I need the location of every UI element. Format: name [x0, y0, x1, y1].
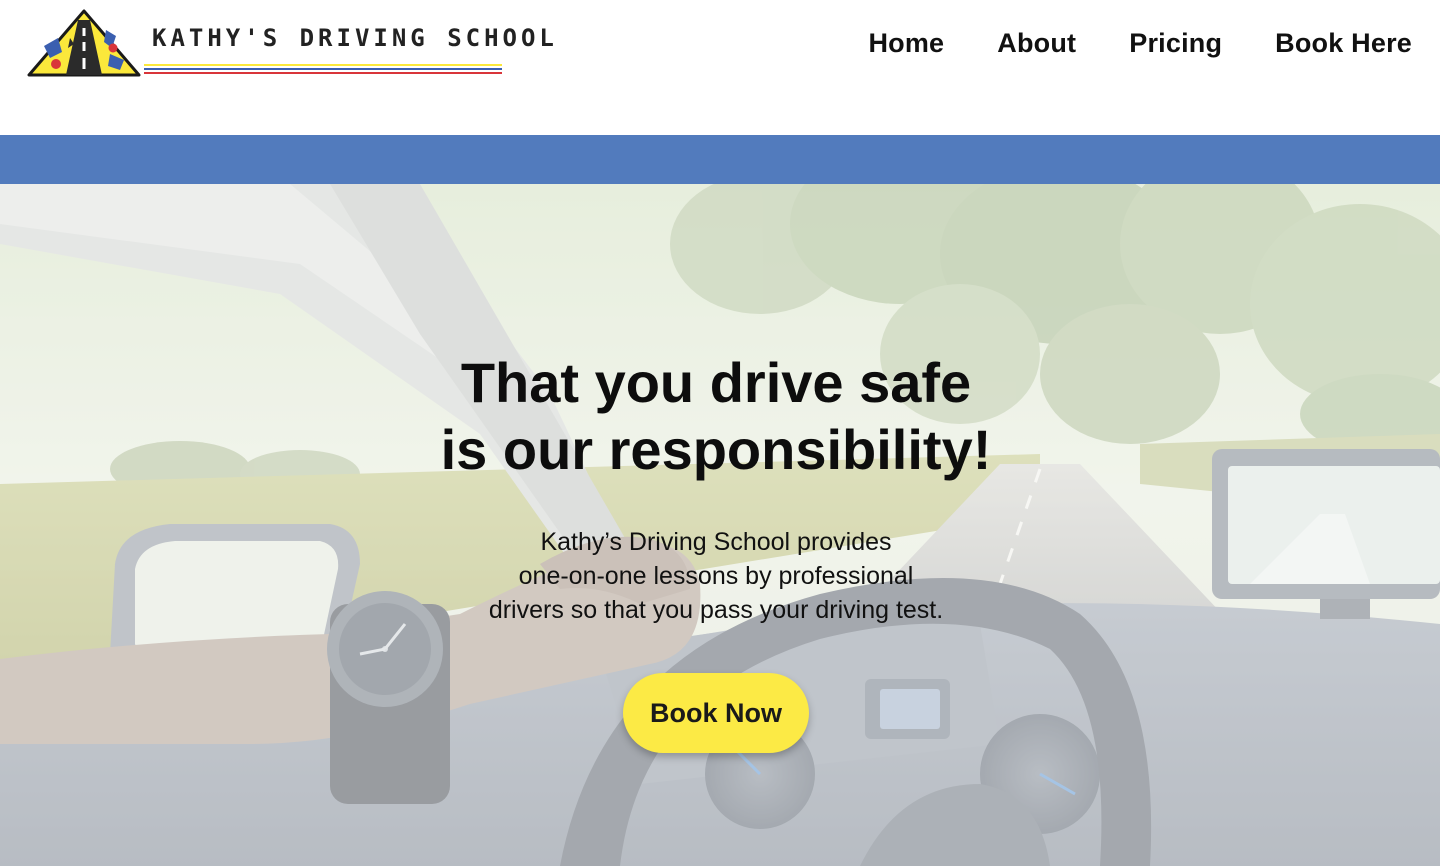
hero-description-line-1: Kathy’s Driving School provides [540, 528, 892, 556]
book-now-button[interactable]: Book Now [623, 673, 809, 753]
logo-stripes [144, 64, 502, 78]
hero-title-line-1: That you drive safe [460, 351, 972, 414]
nav-home[interactable]: Home [868, 28, 944, 59]
logo-text: KATHY'S DRIVING SCHOOL [152, 24, 558, 52]
hero-title-line-2: is our responsibility! [440, 418, 992, 481]
hero-description-line-2: one-on-one lessons by professional [518, 562, 914, 590]
nav-book-here[interactable]: Book Here [1275, 28, 1412, 59]
logo[interactable]: KATHY'S DRIVING SCHOOL [26, 8, 554, 80]
site-header: KATHY'S DRIVING SCHOOL Home About Pricin… [0, 0, 1440, 135]
hero-section: That you drive safe is our responsibilit… [0, 184, 1440, 866]
hero-title: That you drive safe is our responsibilit… [0, 349, 1432, 483]
nav-about[interactable]: About [997, 28, 1076, 59]
accent-band [0, 135, 1440, 184]
hero-description-line-3: drivers so that you pass your driving te… [488, 596, 944, 624]
road-sign-logo-icon [27, 9, 141, 77]
nav-pricing[interactable]: Pricing [1129, 28, 1222, 59]
main-nav: Home About Pricing Book Here [868, 28, 1412, 59]
hero-description: Kathy’s Driving School provides one-on-o… [0, 525, 1432, 627]
